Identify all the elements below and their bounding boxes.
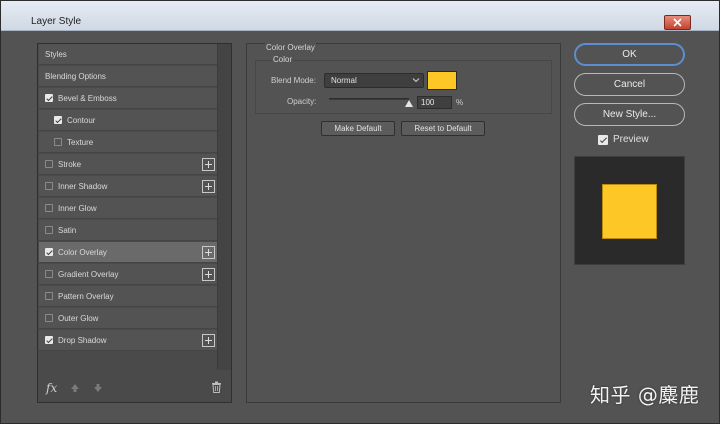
title-bar: Layer Style: [1, 1, 719, 31]
styles-footer: fx: [38, 374, 231, 402]
opacity-label: Opacity:: [287, 97, 317, 106]
style-checkbox[interactable]: [45, 226, 53, 234]
opacity-percent-sign: %: [456, 98, 464, 107]
preview-swatch: [602, 184, 657, 239]
style-item-label: Satin: [58, 225, 77, 235]
add-style-instance-icon[interactable]: [202, 246, 215, 259]
styles-list-panel: Styles Blending Options Bevel & Emboss Cont…: [37, 43, 232, 403]
style-item-drop-shadow[interactable]: Drop Shadow: [39, 330, 217, 351]
style-item-stroke[interactable]: Stroke: [39, 154, 217, 175]
style-checkbox[interactable]: [45, 314, 53, 322]
style-item-texture[interactable]: Texture: [39, 132, 217, 153]
style-checkbox[interactable]: [45, 292, 53, 300]
style-item-gradient-overlay[interactable]: Gradient Overlay: [39, 264, 217, 285]
blend-mode-label: Blend Mode:: [271, 76, 316, 85]
style-item-inner-shadow[interactable]: Inner Shadow: [39, 176, 217, 197]
style-checkbox[interactable]: [45, 270, 53, 278]
ok-button[interactable]: OK: [574, 43, 685, 66]
style-checkbox[interactable]: [45, 182, 53, 190]
overlay-color-swatch[interactable]: [427, 71, 457, 90]
opacity-input[interactable]: 100: [417, 96, 452, 109]
fx-icon[interactable]: fx: [46, 381, 57, 395]
style-item-contour[interactable]: Contour: [39, 110, 217, 131]
color-subheading: Color: [272, 55, 294, 64]
style-item-label: Bevel & Emboss: [58, 93, 117, 103]
style-item-label: Stroke: [58, 159, 82, 169]
reset-to-default-button[interactable]: Reset to Default: [401, 121, 485, 136]
style-item-pattern-overlay[interactable]: Pattern Overlay: [39, 286, 217, 307]
style-item-styles[interactable]: Styles: [39, 44, 217, 65]
window-title: Layer Style: [31, 16, 82, 27]
preview-label: Preview: [613, 134, 649, 145]
style-checkbox[interactable]: [45, 248, 53, 256]
new-style-button[interactable]: New Style...: [574, 103, 685, 126]
style-item-label: Inner Glow: [58, 203, 97, 213]
style-preview: [574, 156, 685, 265]
layer-style-dialog: Layer Style Styles Blending Options Bevel …: [0, 0, 720, 424]
style-item-outer-glow[interactable]: Outer Glow: [39, 308, 217, 329]
blend-mode-value: Normal: [331, 76, 357, 85]
style-item-label: Inner Shadow: [58, 181, 108, 191]
add-style-instance-icon[interactable]: [202, 268, 215, 281]
style-item-label: Color Overlay: [58, 247, 107, 257]
chevron-down-icon: [412, 78, 420, 83]
style-item-inner-glow[interactable]: Inner Glow: [39, 198, 217, 219]
move-up-icon[interactable]: [70, 383, 80, 393]
style-checkbox[interactable]: [45, 94, 53, 102]
style-item-label: Blending Options: [45, 71, 106, 81]
trash-icon[interactable]: [211, 381, 222, 393]
preview-checkbox[interactable]: [598, 134, 608, 145]
style-item-label: Pattern Overlay: [58, 291, 114, 301]
add-style-instance-icon[interactable]: [202, 180, 215, 193]
style-checkbox[interactable]: [45, 204, 53, 212]
styles-scrollbar[interactable]: [217, 44, 231, 370]
add-style-instance-icon[interactable]: [202, 158, 215, 171]
style-checkbox[interactable]: [54, 138, 62, 146]
color-overlay-heading: Color Overlay: [265, 43, 316, 52]
close-button[interactable]: [664, 15, 691, 30]
style-item-label: Gradient Overlay: [58, 269, 119, 279]
style-item-label: Outer Glow: [58, 313, 99, 323]
style-checkbox[interactable]: [45, 336, 53, 344]
color-overlay-panel: Color Overlay Color Blend Mode: Normal O…: [246, 43, 561, 403]
make-default-button[interactable]: Make Default: [321, 121, 395, 136]
style-item-label: Drop Shadow: [58, 335, 107, 345]
style-checkbox[interactable]: [45, 160, 53, 168]
style-item-label: Contour: [67, 115, 96, 125]
style-item-bevel-emboss[interactable]: Bevel & Emboss: [39, 88, 217, 109]
close-icon: [673, 18, 682, 27]
style-item-label: Texture: [67, 137, 94, 147]
style-item-blending-options[interactable]: Blending Options: [39, 66, 217, 87]
style-item-label: Styles: [45, 49, 67, 59]
add-style-instance-icon[interactable]: [202, 334, 215, 347]
style-item-color-overlay[interactable]: Color Overlay: [39, 242, 217, 263]
preview-toggle[interactable]: Preview: [598, 134, 649, 145]
style-item-satin[interactable]: Satin: [39, 220, 217, 241]
move-down-icon[interactable]: [93, 383, 103, 393]
cancel-button[interactable]: Cancel: [574, 73, 685, 96]
opacity-slider-thumb[interactable]: [405, 100, 413, 107]
blend-mode-select[interactable]: Normal: [324, 73, 424, 88]
opacity-slider-track[interactable]: [329, 98, 409, 100]
watermark: 知乎 @麋鹿: [590, 383, 700, 407]
style-checkbox[interactable]: [54, 116, 62, 124]
